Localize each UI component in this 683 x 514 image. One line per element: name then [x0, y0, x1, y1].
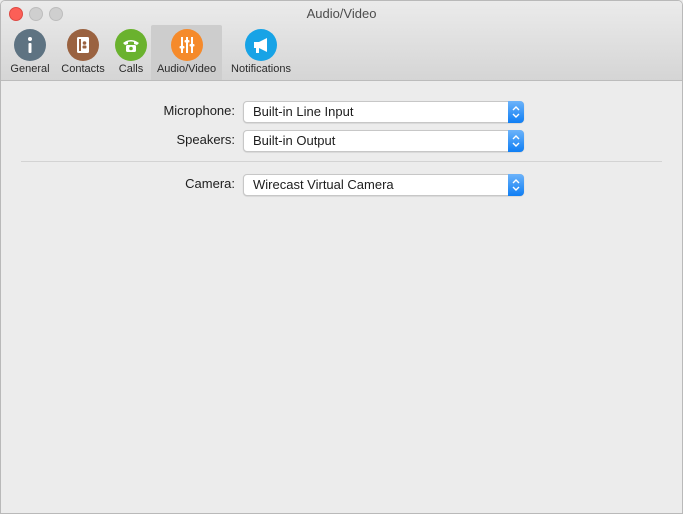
microphone-select[interactable]: Built-in Line Input [243, 101, 524, 123]
tab-audio-video-label: Audio/Video [156, 63, 217, 75]
camera-label: Camera: [185, 176, 235, 191]
microphone-value: Built-in Line Input [253, 104, 354, 119]
select-stepper-icon [508, 101, 524, 123]
speakers-select[interactable]: Built-in Output [243, 130, 524, 152]
select-stepper-icon [508, 130, 524, 152]
megaphone-icon [245, 29, 277, 61]
camera-select[interactable]: Wirecast Virtual Camera [243, 174, 524, 196]
tab-contacts-label: Contacts [61, 63, 105, 75]
address-book-icon [67, 29, 99, 61]
select-stepper-icon [508, 174, 524, 196]
section-divider [21, 161, 662, 162]
speakers-label: Speakers: [176, 132, 235, 147]
camera-value: Wirecast Virtual Camera [253, 177, 394, 192]
tab-calls-label: Calls [118, 63, 144, 75]
tab-notifications[interactable]: Notifications [225, 25, 297, 80]
tab-notifications-label: Notifications [231, 63, 291, 75]
preferences-window: Audio/Video General Contacts Calls Audio… [0, 0, 683, 514]
window-title: Audio/Video [306, 6, 377, 21]
tab-general[interactable]: General [5, 25, 55, 80]
tab-audio-video[interactable]: Audio/Video [151, 25, 222, 80]
tab-calls[interactable]: Calls [111, 25, 151, 80]
title-bar: Audio/Video General Contacts Calls Audio… [1, 1, 682, 81]
tab-general-label: General [10, 63, 50, 75]
tab-contacts[interactable]: Contacts [57, 25, 109, 80]
sliders-icon [171, 29, 203, 61]
speakers-value: Built-in Output [253, 133, 336, 148]
microphone-label: Microphone: [163, 103, 235, 118]
phone-icon [115, 29, 147, 61]
info-icon [14, 29, 46, 61]
